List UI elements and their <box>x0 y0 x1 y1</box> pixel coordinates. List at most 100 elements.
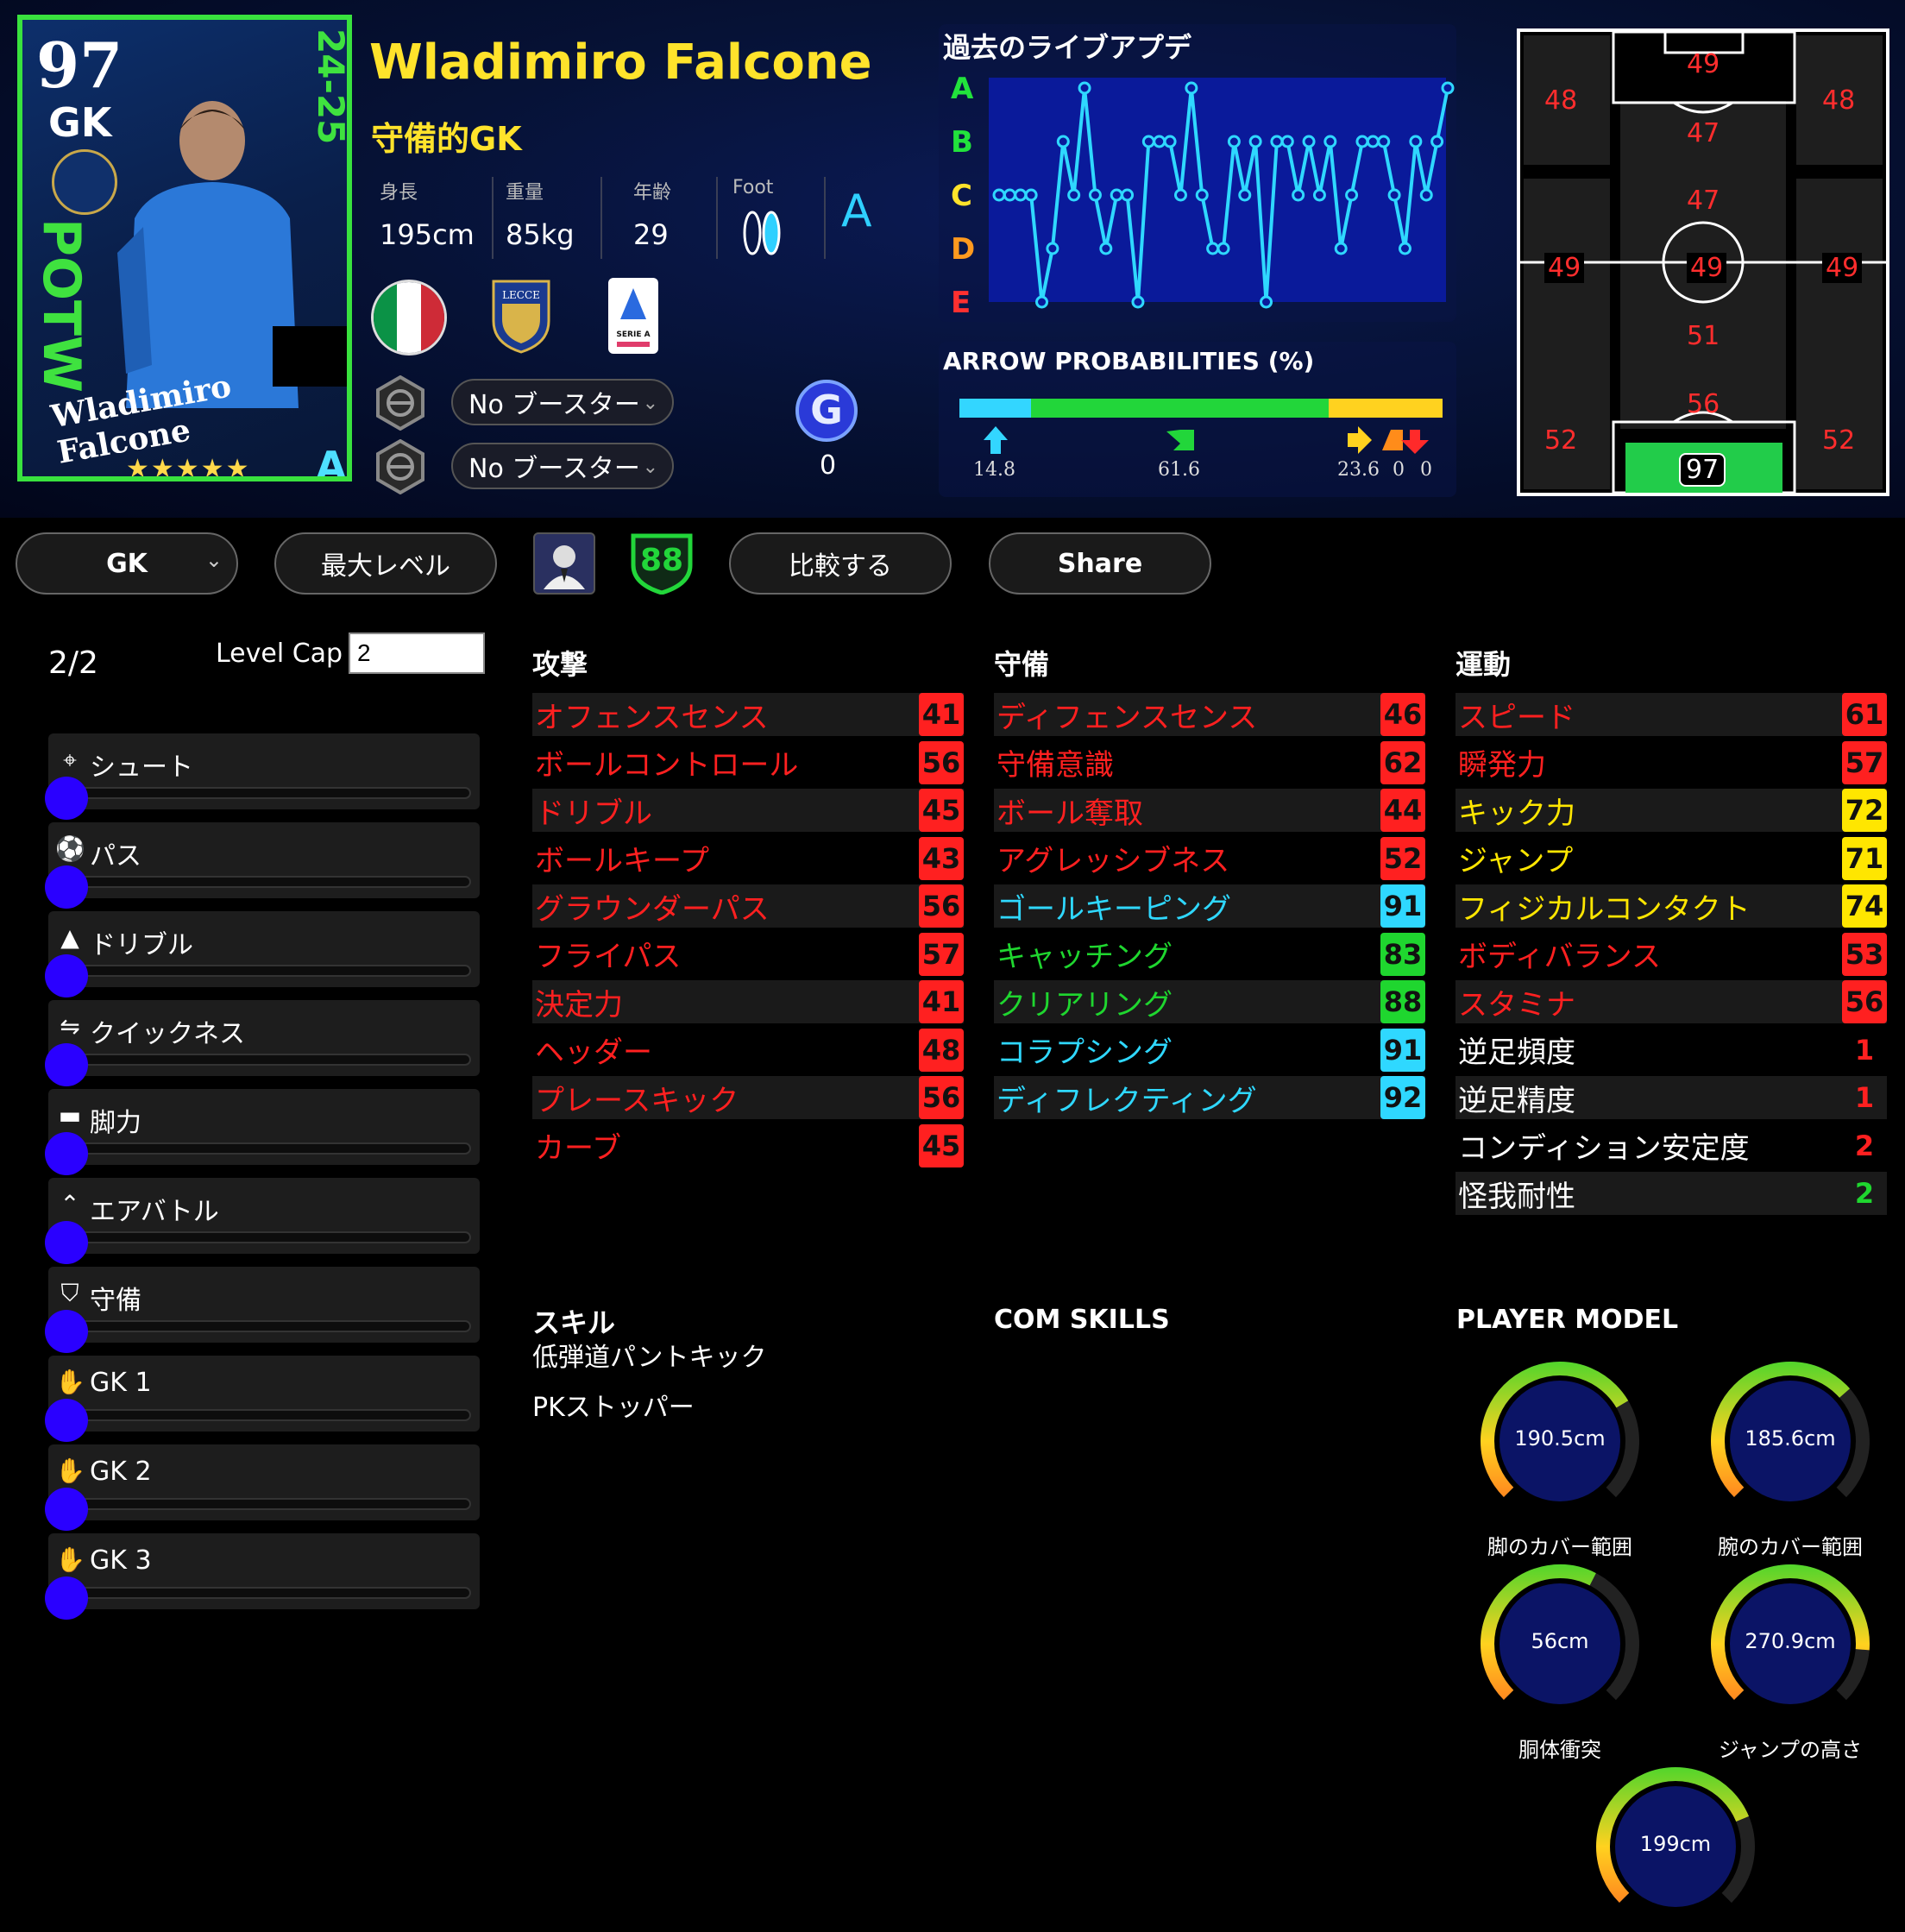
stat-value: 46 <box>1380 693 1425 736</box>
player-model-gauge: 270.9cm ジャンプの高さ <box>1708 1562 1872 1762</box>
progression-card: ⌖ シュート <box>45 733 480 820</box>
progression-slider-handle[interactable] <box>45 777 88 820</box>
stat-name: 決定力 <box>535 987 623 1023</box>
italy-flag-icon <box>371 280 447 356</box>
progression-slider-track[interactable] <box>66 1498 471 1510</box>
gauge-label: 腕のカバー範囲 <box>1718 1535 1863 1559</box>
foot-label: Foot <box>732 177 774 198</box>
compare-button[interactable]: 比較する <box>729 532 952 595</box>
stat-value: 61 <box>1842 693 1887 736</box>
progression-label: シュート <box>90 752 193 783</box>
attack-column: 攻撃 オフェンスセンス 41 ボールコントロール 56 ドリブル 45 ボールキープ 43 グラ… <box>532 643 964 1172</box>
live-update-point <box>1014 188 1028 202</box>
physical-title: 運動 <box>1455 648 1512 681</box>
stat-row: カーブ 45 <box>532 1123 964 1167</box>
card-potw-label: POTW <box>31 218 91 393</box>
gauge-label: 胴体衝突 <box>1518 1738 1601 1762</box>
stat-name: アグレッシブネス <box>997 844 1230 878</box>
progression-slider-track[interactable] <box>66 1054 471 1066</box>
stat-row: 逆足頻度 1 <box>1455 1029 1887 1072</box>
level-cap-input[interactable] <box>349 632 485 674</box>
card-season: 24-25 <box>310 28 352 145</box>
stat-row: スピード 61 <box>1455 693 1887 736</box>
player-model-title: PLAYER MODEL <box>1456 1305 1679 1335</box>
stat-name: コラプシング <box>997 1035 1173 1070</box>
progression-slider-track[interactable] <box>66 876 471 888</box>
progression-slider-track[interactable] <box>66 1587 471 1599</box>
double-chevron-up-icon: ⌃ <box>60 1190 80 1218</box>
live-update-point <box>1131 295 1145 309</box>
progression-slider-track[interactable] <box>66 1320 471 1332</box>
live-update-chart: ABCDE <box>951 72 1455 319</box>
stat-value: 44 <box>1380 789 1425 832</box>
live-update-point <box>1163 135 1177 148</box>
stat-name: カーブ <box>535 1131 621 1166</box>
stat-value: 2 <box>1854 1177 1875 1210</box>
stat-value: 43 <box>919 836 964 880</box>
progression-slider-track[interactable] <box>66 787 471 799</box>
manager-avatar-button[interactable] <box>533 532 595 595</box>
live-update-grade-label: A <box>951 72 974 106</box>
progression-slider-track[interactable] <box>66 1142 471 1155</box>
stat-value: 56 <box>919 740 964 784</box>
stat-row: グラウンダーパス 56 <box>532 884 964 928</box>
stat-row: 怪我耐性 2 <box>1455 1172 1887 1215</box>
attack-rows: オフェンスセンス 41 ボールコントロール 56 ドリブル 45 ボールキープ 43 グラウンダ… <box>532 693 964 1167</box>
live-update-point <box>1377 135 1391 148</box>
stat-value: 91 <box>1380 884 1425 928</box>
stat-name: 瞬発力 <box>1458 748 1546 783</box>
arrow-prob-title: ARROW PROBABILITIES (%) <box>943 347 1315 375</box>
progression-slider-handle[interactable] <box>45 1310 88 1353</box>
booster-select-2[interactable]: No ブースター ⌄ <box>451 443 674 489</box>
position-select[interactable]: GK ⌄ <box>16 532 238 595</box>
progression-slider-handle[interactable] <box>45 1399 88 1442</box>
progression-slider-track[interactable] <box>66 965 471 977</box>
live-update-point <box>1302 135 1316 148</box>
live-update-point <box>1270 135 1284 148</box>
pos-mid-top: 47 <box>1687 186 1720 216</box>
live-update-grade-label: E <box>951 286 971 319</box>
live-update-point <box>1121 188 1135 202</box>
serie-a-badge-icon: SERIE A <box>608 278 658 354</box>
live-update-point <box>1441 81 1455 95</box>
rating-88-badge[interactable]: 88 <box>626 532 697 595</box>
stat-value: 71 <box>1842 836 1887 880</box>
stat-name: スピード <box>1458 700 1575 735</box>
stat-row: ディフェンスセンス 46 <box>994 693 1425 736</box>
stat-value: 53 <box>1842 932 1887 976</box>
card-grade: A <box>316 443 347 481</box>
stat-row: クリアリング 88 <box>994 980 1425 1023</box>
stat-value: 45 <box>919 789 964 832</box>
stat-value: 57 <box>1842 740 1887 784</box>
stat-value: 2 <box>1854 1129 1875 1162</box>
progression-slider-handle[interactable] <box>45 1488 88 1531</box>
arrow-down-left-icon <box>1166 430 1194 450</box>
progression-slider-handle[interactable] <box>45 1043 88 1086</box>
progression-slider-track[interactable] <box>66 1409 471 1421</box>
arrows-icon: ⇋ <box>60 1012 80 1041</box>
progression-slider-handle[interactable] <box>45 1576 88 1620</box>
glove-icon: ✋ <box>55 1368 85 1396</box>
stat-row: ゴールキーピング 91 <box>994 884 1425 928</box>
arrow-prob-value: 23.6 <box>1337 459 1380 481</box>
progression-label: ドリブル <box>90 930 193 960</box>
crosshair-icon: ⌖ <box>63 746 77 774</box>
stat-value: 1 <box>1854 1081 1875 1114</box>
live-update-point <box>1345 188 1359 202</box>
height-info: 身長 195cm <box>380 177 494 259</box>
booster-select-1[interactable]: No ブースター ⌄ <box>451 379 674 425</box>
height-value: 195cm <box>380 218 475 251</box>
max-level-button[interactable]: 最大レベル <box>274 532 497 595</box>
stat-name: ゴールキーピング <box>997 891 1231 927</box>
progression-slider-handle[interactable] <box>45 865 88 909</box>
progression-slider-track[interactable] <box>66 1231 471 1243</box>
stat-row: オフェンスセンス 41 <box>532 693 964 736</box>
progression-slider-handle[interactable] <box>45 954 88 997</box>
share-button[interactable]: Share <box>989 532 1211 595</box>
position-pitch: 49 48 48 47 47 49 49 49 51 56 52 52 97 <box>1517 28 1889 496</box>
pos-center: 49 <box>1687 253 1727 283</box>
foot-grade: A <box>841 186 872 237</box>
progression-slider-handle[interactable] <box>45 1221 88 1264</box>
stat-row: 守備意識 62 <box>994 740 1425 784</box>
progression-slider-handle[interactable] <box>45 1132 88 1175</box>
